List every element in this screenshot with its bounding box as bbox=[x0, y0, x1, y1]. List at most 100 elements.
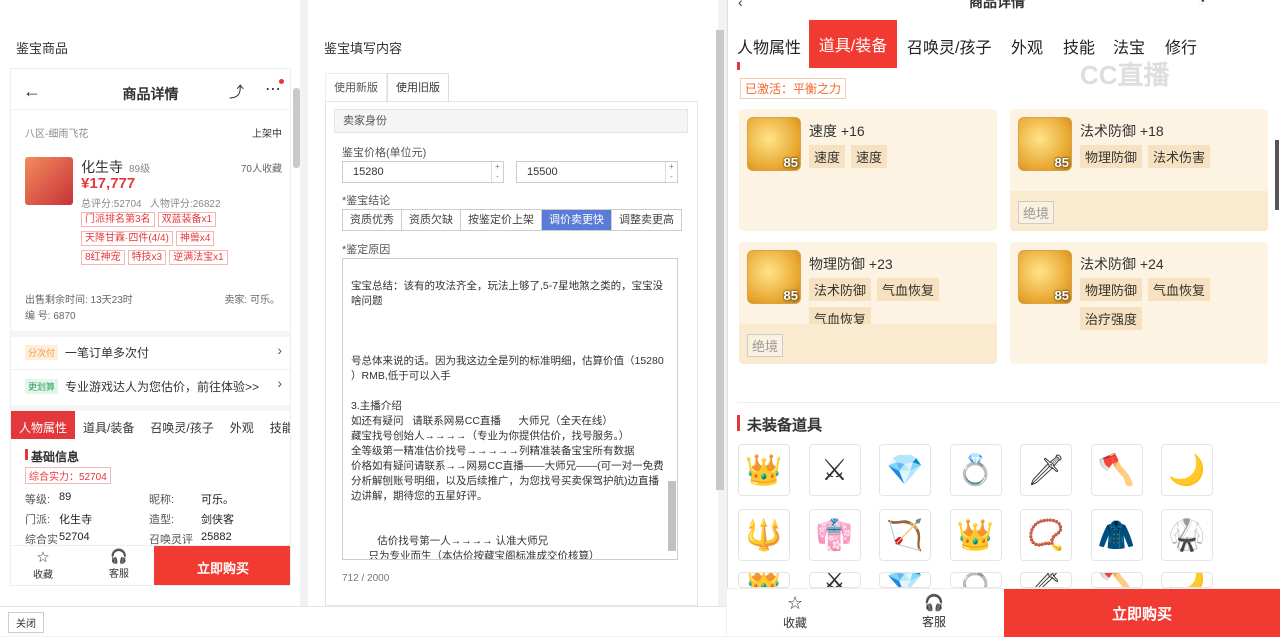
conclusion-option[interactable]: 调整卖更高 bbox=[612, 210, 681, 230]
phone-tab[interactable]: 召唤灵/孩子 bbox=[142, 411, 221, 439]
equipment-card[interactable]: 85 物理防御 +23 法术防御 气血恢复气血恢复 绝境 bbox=[739, 242, 997, 364]
inventory-item[interactable]: 💎 bbox=[879, 572, 931, 588]
settings-icon[interactable]: ◔ bbox=[1198, 0, 1205, 8]
share-icon[interactable]: ⤴ bbox=[229, 81, 244, 102]
inventory-item[interactable]: 🌙 bbox=[1161, 572, 1213, 588]
phone-tab[interactable]: 外观 bbox=[222, 411, 262, 439]
rune-level: 85 bbox=[1054, 155, 1069, 170]
form-title: 鉴宝填写内容 bbox=[324, 41, 403, 56]
price-min-field[interactable]: 15280 + - bbox=[342, 161, 504, 183]
right-scrollbar[interactable] bbox=[1275, 140, 1279, 210]
inventory-item[interactable]: 🪓 bbox=[1090, 444, 1143, 496]
attribute-chip: 治疗强度 bbox=[1080, 307, 1143, 330]
estimate-row[interactable]: 更划算 专业游戏达人为您估价，前往体验>> › bbox=[11, 369, 290, 403]
conclusion-option[interactable]: 调价卖更快 bbox=[542, 210, 612, 230]
right-tab[interactable]: 道具/装备 bbox=[809, 20, 897, 68]
phone-tab[interactable]: 人物属性 bbox=[11, 411, 76, 439]
phone-tab[interactable]: 道具/装备 bbox=[75, 411, 142, 439]
attribute-tag: 天降甘霖·四件(4/4) bbox=[81, 231, 173, 246]
conclusion-option[interactable]: 资质优秀 bbox=[343, 210, 402, 230]
back-arrow-icon[interactable]: ‹ bbox=[738, 0, 743, 10]
item-icon: 💎 bbox=[886, 573, 923, 587]
buy-now-button[interactable]: 立即购买 bbox=[154, 546, 290, 585]
right-tab[interactable]: 人物属性 bbox=[737, 34, 801, 58]
inventory-item[interactable]: 👑 bbox=[738, 572, 790, 588]
right-tab[interactable]: 修行 bbox=[1165, 34, 1197, 58]
inventory-item[interactable]: 🗡 bbox=[1020, 572, 1072, 588]
favorite-button[interactable]: ☆ 收藏 bbox=[33, 548, 53, 581]
inventory-item[interactable]: 👑 bbox=[738, 444, 790, 496]
installment-text: 一笔订单多次付 bbox=[65, 346, 150, 360]
textarea-scrollbar[interactable] bbox=[668, 481, 676, 551]
inventory-item[interactable]: 🌙 bbox=[1161, 444, 1213, 496]
reason-line bbox=[351, 309, 669, 324]
attribute-value: 剑侠客 bbox=[201, 514, 234, 526]
reason-line: 边讲解，期待您的五星好评。 bbox=[351, 490, 488, 502]
form-scrollbar[interactable] bbox=[716, 30, 724, 490]
phone-tab[interactable]: 技能 bbox=[262, 411, 290, 439]
service-label: 客服 bbox=[109, 569, 129, 580]
estimate-text: 专业游戏达人为您估价，前往体验>> bbox=[65, 380, 260, 394]
close-button[interactable]: 关闭 bbox=[8, 612, 44, 633]
inventory-item[interactable]: 👘 bbox=[808, 509, 861, 561]
attribute-tag: 逆满法宝x1 bbox=[169, 250, 228, 265]
reason-textarea[interactable]: 宝宝总结：该有的攻法齐全，玩法上够了,5-7星地煞之类的，宝宝没 啥问题 号总体来说… bbox=[342, 258, 678, 560]
inventory-item[interactable]: ⚔ bbox=[808, 444, 861, 496]
listing-status: 上架中 bbox=[252, 129, 282, 140]
attribute-value: 化生寺 bbox=[59, 514, 92, 526]
inventory-item[interactable]: ⚔ bbox=[808, 572, 861, 588]
tab-old-version[interactable]: 使用旧版 bbox=[387, 73, 449, 103]
attribute-chips: 物理防御 法术伤害 bbox=[1080, 145, 1260, 174]
service-button[interactable]: 🎧 客服 bbox=[922, 593, 946, 630]
service-button[interactable]: 🎧 客服 bbox=[109, 548, 129, 580]
equipment-card[interactable]: 85 法术防御 +24 物理防御 气血恢复治疗强度 bbox=[1010, 242, 1268, 364]
inventory-item[interactable]: 🗡 bbox=[1020, 444, 1072, 496]
inventory-item[interactable]: 🔱 bbox=[738, 509, 790, 561]
attribute-chip: 气血恢复 bbox=[877, 278, 940, 301]
footer-bar bbox=[0, 606, 726, 636]
inventory-item[interactable]: 🧥 bbox=[1090, 509, 1143, 561]
inventory-item[interactable]: 🪓 bbox=[1090, 572, 1143, 588]
section-title: 基础信息 bbox=[31, 450, 80, 464]
right-tab[interactable]: 外观 bbox=[1011, 34, 1043, 58]
inventory-item[interactable]: 🏹 bbox=[879, 509, 931, 561]
reason-line bbox=[351, 339, 669, 354]
item-icon: 🗡 bbox=[1027, 573, 1065, 587]
right-tab[interactable]: 召唤灵/孩子 bbox=[907, 34, 991, 58]
conclusion-options: 资质优秀 资质欠缺 按鉴定价上架 调价卖更快 调整卖更高 bbox=[342, 209, 682, 231]
installment-row[interactable]: 分次付 一笔订单多次付 › bbox=[11, 331, 290, 365]
inventory-item[interactable]: 💎 bbox=[879, 444, 931, 496]
estimate-badge: 更划算 bbox=[25, 379, 59, 394]
inventory-item[interactable]: 💍 bbox=[949, 572, 1002, 588]
favorite-button[interactable]: ☆ 收藏 bbox=[783, 593, 807, 631]
inventory-item[interactable]: 🥋 bbox=[1161, 509, 1213, 561]
notification-dot bbox=[279, 79, 284, 84]
inventory-item[interactable]: 💍 bbox=[949, 444, 1002, 496]
star-icon: ☆ bbox=[786, 593, 804, 613]
char-count: 712 / 2000 bbox=[342, 573, 390, 584]
reason-text: 宝宝总结：该有的攻法齐全，玩法上够了,5-7星地煞之类的，宝宝没 啥问题 号总体来说… bbox=[343, 259, 677, 559]
buy-now-button[interactable]: 立即购买 bbox=[1004, 589, 1280, 637]
attribute-value: 89 bbox=[59, 491, 72, 503]
equipment-card[interactable]: 85 法术防御 +18 物理防御 法术伤害 绝境 bbox=[1010, 109, 1268, 231]
rune-icon: 85 bbox=[1018, 250, 1072, 304]
stepper[interactable]: + - bbox=[665, 162, 677, 182]
card-title: 速度 +16 bbox=[809, 123, 865, 139]
inventory-item[interactable]: 📿 bbox=[1020, 509, 1072, 561]
inventory-item[interactable]: 👑 bbox=[949, 509, 1002, 561]
stepper[interactable]: + - bbox=[491, 162, 503, 182]
card-title: 法术防御 +18 bbox=[1080, 123, 1164, 139]
reason-line bbox=[351, 519, 669, 534]
scores: 总评分:52704 人物评分:26822 bbox=[81, 199, 221, 210]
conclusion-option[interactable]: 资质欠缺 bbox=[402, 210, 461, 230]
conclusion-option[interactable]: 按鉴定价上架 bbox=[461, 210, 542, 230]
tab-new-version[interactable]: 使用新版 bbox=[325, 73, 387, 103]
chevron-right-icon: › bbox=[277, 342, 282, 358]
attribute-label: 等级: bbox=[25, 494, 51, 506]
attribute-value: 可乐。 bbox=[201, 494, 234, 506]
left-scrollbar[interactable] bbox=[293, 88, 300, 168]
equipment-card[interactable]: 85 速度 +16 速度 速度 bbox=[739, 109, 997, 231]
price-max-field[interactable]: 15500 + - bbox=[516, 161, 678, 183]
reason-line: 3.主播介绍 bbox=[351, 400, 402, 412]
attribute-chips: 速度 速度 bbox=[809, 145, 989, 174]
